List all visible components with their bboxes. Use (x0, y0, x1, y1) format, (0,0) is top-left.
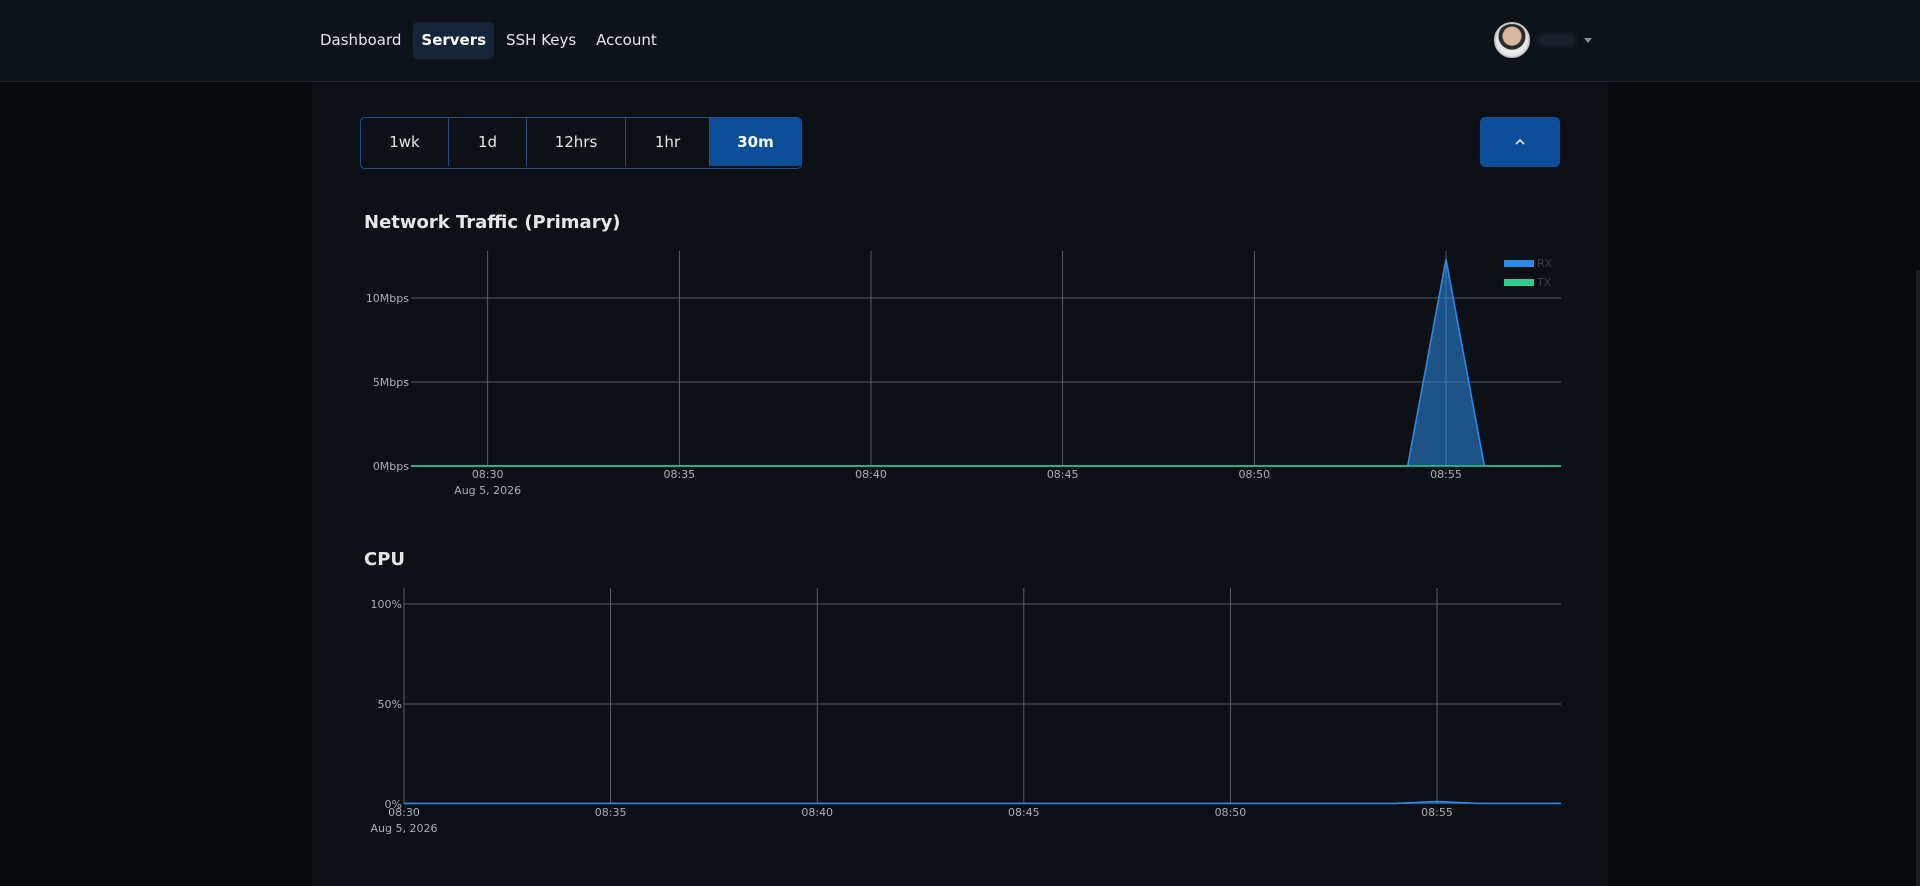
username-redacted (1538, 34, 1576, 46)
cpu-chart: 08:30Aug 5, 202608:35 08:40 08:45 08:50 08:5… (371, 588, 1561, 835)
nav-dashboard[interactable]: Dashboard (312, 22, 409, 59)
x-date-label: Aug 5, 2026 (371, 822, 438, 835)
chevron-down-icon[interactable] (1584, 37, 1592, 43)
main-nav: Dashboard Servers SSH Keys Account (312, 22, 665, 59)
avatar[interactable] (1494, 22, 1530, 58)
y-tick-label: 0% (385, 798, 402, 811)
x-tick-label: 08:50 (1215, 806, 1247, 819)
y-tick-label: 100% (371, 598, 402, 611)
y-tick-label: 50% (378, 698, 402, 711)
main-content: 1wk 1d 12hrs 1hr 30m Network Traffic (Pr… (312, 82, 1608, 886)
user-menu[interactable] (1494, 22, 1592, 58)
top-navbar: Dashboard Servers SSH Keys Account (0, 0, 1920, 82)
x-tick-label: 08:35 (595, 806, 627, 819)
x-tick-label: 08:45 (1008, 806, 1040, 819)
x-tick-label: 08:40 (801, 806, 833, 819)
x-tick-label: 08:55 (1421, 806, 1453, 819)
nav-ssh-keys[interactable]: SSH Keys (498, 22, 584, 59)
scrollbar[interactable] (1916, 270, 1920, 886)
nav-account[interactable]: Account (588, 22, 665, 59)
series-line-cpu (404, 800, 1561, 805)
nav-servers[interactable]: Servers (413, 22, 495, 59)
